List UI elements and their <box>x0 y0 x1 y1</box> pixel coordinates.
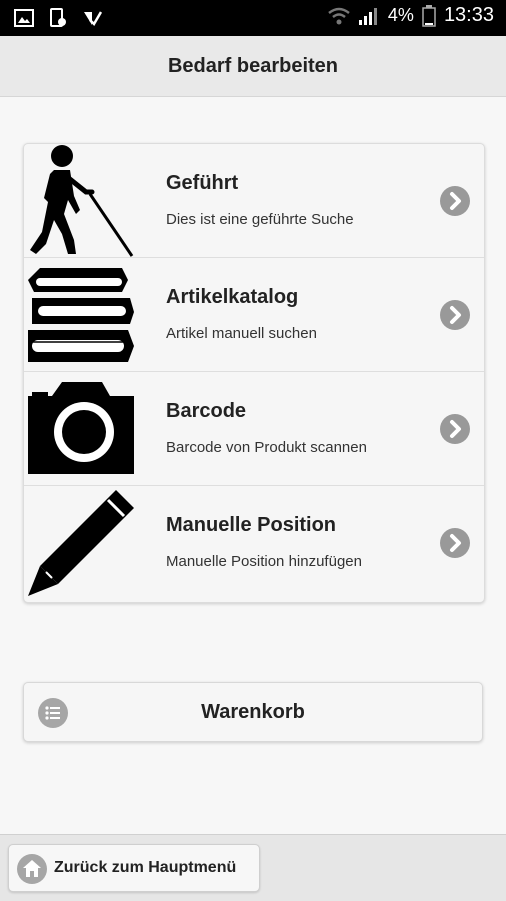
status-bar: 4% 13:33 <box>0 0 506 36</box>
chevron-right-icon <box>440 414 470 444</box>
menu-item-title: Manuelle Position <box>166 514 337 536</box>
chevron-right-icon <box>440 528 470 558</box>
notification-icons <box>14 8 102 28</box>
footer-bar: Zurück zum Hauptmenü <box>0 834 506 901</box>
image-notification-icon <box>14 9 34 27</box>
back-button-label: Zurück zum Hauptmenü <box>54 859 237 876</box>
task-check-notification-icon <box>84 11 102 27</box>
page-title: Bedarf bearbeiten <box>167 54 339 77</box>
clock: 13:33 <box>443 4 494 26</box>
menu-item-title: Geführt <box>166 172 239 194</box>
menu-item-manuelle-position[interactable]: Manuelle Position Manuelle Position hinz… <box>24 486 484 600</box>
menu-item-subtitle: Artikel manuell suchen <box>166 325 317 342</box>
menu-item-subtitle: Manuelle Position hinzufügen <box>166 553 362 570</box>
menu-item-gefuehrt[interactable]: Geführt Dies ist eine geführte Suche <box>24 144 484 258</box>
camera-icon <box>28 382 134 474</box>
home-icon <box>17 854 47 884</box>
menu-item-subtitle: Barcode von Produkt scannen <box>166 439 367 456</box>
battery-percent: 4% <box>387 5 414 25</box>
phone-settings-notification-icon <box>50 8 66 27</box>
menu-item-title: Barcode <box>166 400 247 422</box>
app-header: Bedarf bearbeiten <box>0 36 506 97</box>
blind-person-cane-icon <box>30 145 134 257</box>
menu-list: Geführt Dies ist eine geführte Suche Art… <box>23 143 485 603</box>
menu-item-artikelkatalog[interactable]: Artikelkatalog Artikel manuell suchen <box>24 258 484 372</box>
menu-item-subtitle: Dies ist eine geführte Suche <box>166 211 354 228</box>
menu-item-barcode[interactable]: Barcode Barcode von Produkt scannen <box>24 372 484 486</box>
back-to-main-menu-button[interactable]: Zurück zum Hauptmenü <box>8 844 260 892</box>
chevron-right-icon <box>440 186 470 216</box>
signal-strength-icon <box>358 7 377 25</box>
cart-button[interactable]: Warenkorb <box>23 682 483 742</box>
wifi-icon <box>328 7 350 24</box>
chevron-right-icon <box>440 300 470 330</box>
menu-item-title: Artikelkatalog <box>166 286 299 308</box>
pencil-icon <box>28 490 134 596</box>
system-indicators: 4% 13:33 <box>328 4 494 27</box>
cart-label: Warenkorb <box>201 701 305 723</box>
battery-icon <box>422 4 436 27</box>
book-stack-icon <box>28 268 134 362</box>
